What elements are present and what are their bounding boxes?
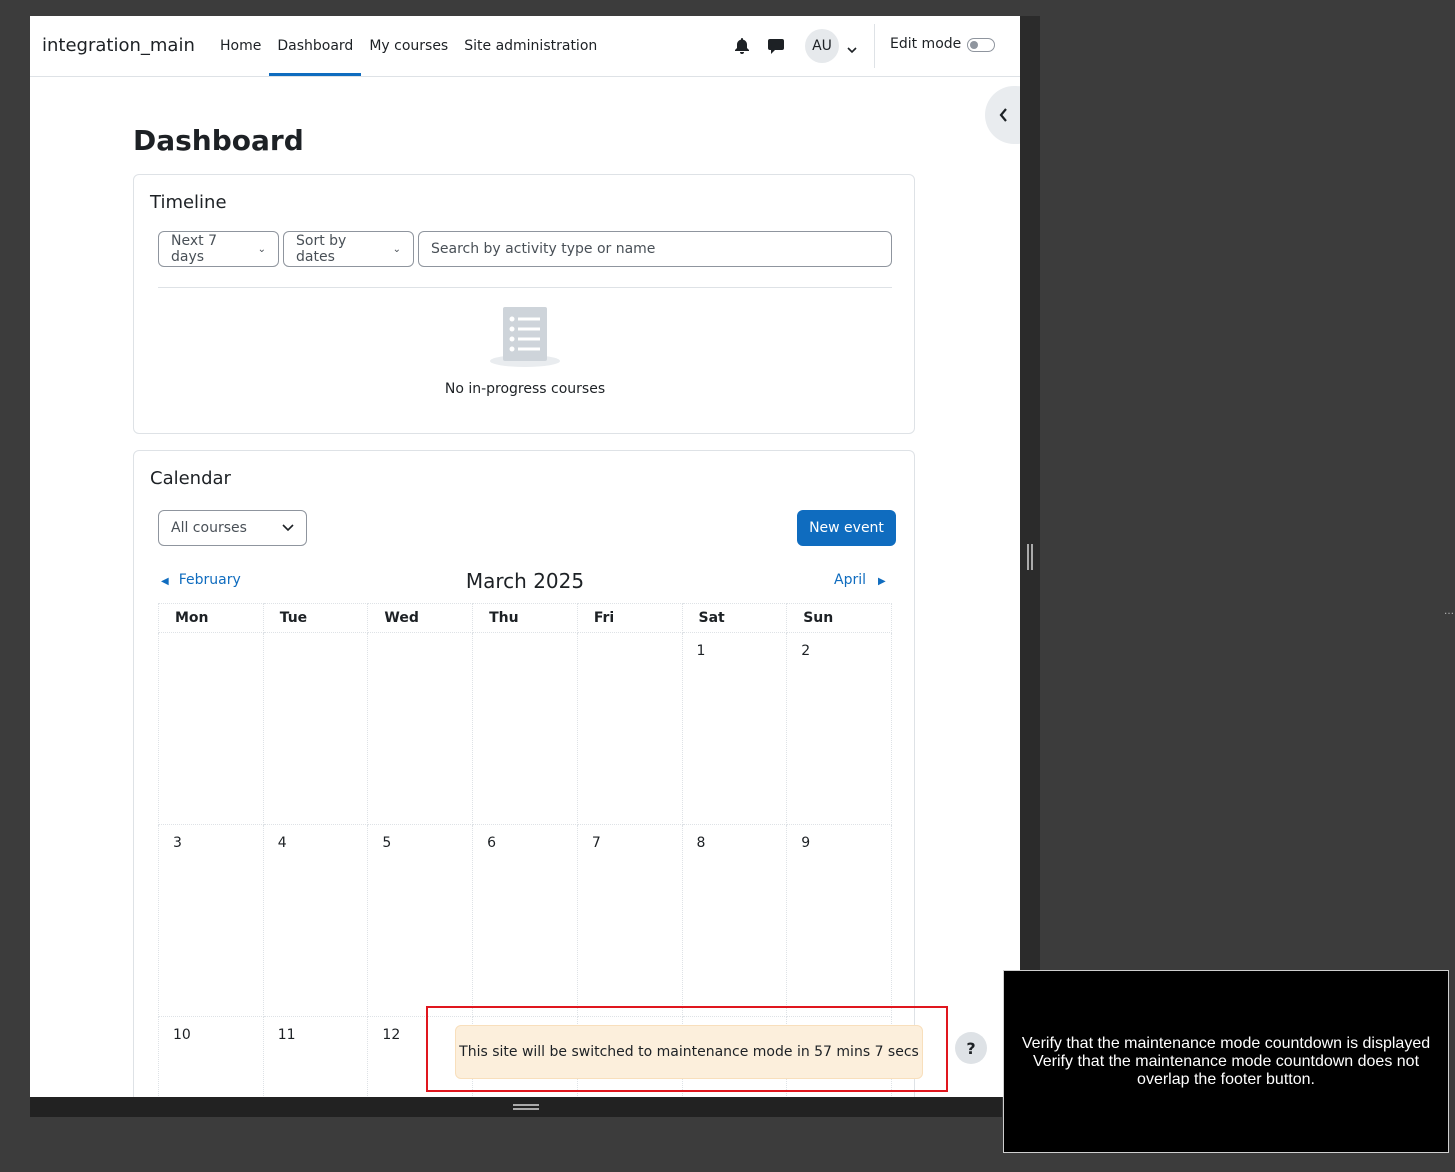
calendar-day-cell[interactable]: 11 — [262, 1016, 369, 1097]
weekday-header: Sun — [786, 603, 892, 633]
weekday-header: Wed — [367, 603, 474, 633]
timeline-divider — [158, 287, 892, 288]
timeline-sort-select[interactable]: Sort by dates ⌄ — [283, 231, 414, 267]
timeline-block: Timeline Next 7 days ⌄ Sort by dates ⌄ N… — [133, 174, 915, 434]
footer-help-button[interactable]: ? — [955, 1032, 987, 1064]
timeline-sort-label: Sort by dates — [296, 233, 347, 265]
notifications-bell-icon[interactable] — [730, 34, 754, 58]
nav-link-site-administration[interactable]: Site administration — [456, 16, 605, 76]
edit-mode-label: Edit mode — [890, 36, 962, 52]
weekday-header: Tue — [262, 603, 369, 633]
calendar-day-cell[interactable] — [576, 632, 683, 825]
nav-link-dashboard[interactable]: Dashboard — [269, 16, 362, 76]
timeline-search-input[interactable] — [418, 231, 892, 267]
top-navbar: integration_main Home Dashboard My cours… — [30, 16, 1020, 77]
bottom-panel-bar — [30, 1097, 1002, 1117]
empty-list-icon — [489, 307, 561, 373]
more-dots-icon: … — [1444, 606, 1455, 617]
vertical-resize-handle[interactable] — [1027, 544, 1033, 570]
nav-icon-group — [730, 34, 798, 58]
calendar-day-cell[interactable]: 10 — [158, 1016, 264, 1097]
primary-navigation: Home Dashboard My courses Site administr… — [212, 16, 605, 76]
weekday-header-row: Mon Tue Wed Thu Fri Sat Sun — [158, 603, 892, 633]
calendar-day-cell[interactable]: 8 — [681, 824, 788, 1017]
nav-link-home[interactable]: Home — [212, 16, 269, 76]
edit-mode-toggle[interactable] — [967, 38, 995, 52]
next-month-label: April — [834, 572, 866, 588]
calendar-day-cell[interactable]: 1 — [681, 632, 788, 825]
calendar-day-cell[interactable]: 3 — [158, 824, 264, 1017]
page-title: Dashboard — [133, 124, 304, 157]
nav-divider — [874, 24, 875, 68]
calendar-day-cell[interactable] — [472, 632, 578, 825]
calendar-day-cell[interactable]: 9 — [786, 824, 892, 1017]
calendar-day-cell[interactable] — [158, 632, 264, 825]
calendar-day-cell[interactable]: 6 — [472, 824, 578, 1017]
test-instructions-overlay: Verify that the maintenance mode countdo… — [1003, 970, 1449, 1153]
instruction-line: Verify that the maintenance mode countdo… — [1032, 1052, 1420, 1088]
chevron-down-icon — [282, 524, 294, 532]
chevron-left-icon — [999, 108, 1007, 122]
new-event-button[interactable]: New event — [797, 510, 896, 546]
open-block-drawer-button[interactable] — [985, 86, 1020, 144]
timeline-date-filter-label: Next 7 days — [171, 233, 217, 265]
calendar-day-cell[interactable] — [367, 632, 474, 825]
timeline-empty-message: No in-progress courses — [444, 381, 606, 397]
browser-viewport: integration_main Home Dashboard My cours… — [30, 16, 1020, 1097]
messages-chat-icon[interactable] — [764, 34, 788, 58]
timeline-date-filter[interactable]: Next 7 days ⌄ — [158, 231, 279, 267]
calendar-month-title: March 2025 — [465, 569, 585, 593]
weekday-header: Sat — [681, 603, 788, 633]
calendar-day-cell[interactable]: 5 — [367, 824, 474, 1017]
maintenance-countdown-toast: This site will be switched to maintenanc… — [455, 1025, 923, 1079]
user-avatar[interactable]: AU — [805, 29, 839, 63]
chevron-down-icon: ⌄ — [392, 243, 401, 255]
arrow-right-icon: ▶ — [878, 576, 886, 587]
calendar-course-filter[interactable]: All courses — [158, 510, 307, 546]
horizontal-resize-handle[interactable] — [513, 1104, 539, 1110]
chevron-down-icon[interactable] — [847, 40, 857, 59]
calendar-title: Calendar — [150, 468, 231, 489]
weekday-header: Thu — [472, 603, 578, 633]
calendar-block: Calendar All courses New event ◀ February… — [133, 450, 915, 1097]
timeline-title: Timeline — [150, 192, 227, 213]
calendar-week-row: 1 2 — [158, 632, 892, 825]
instruction-line: Verify that the maintenance mode countdo… — [1021, 1034, 1431, 1052]
calendar-day-cell[interactable]: 2 — [786, 632, 892, 825]
next-month-link[interactable]: April ▶ — [834, 572, 886, 588]
calendar-week-row: 3 4 5 6 7 8 9 — [158, 824, 892, 1017]
weekday-header: Mon — [158, 603, 264, 633]
weekday-header: Fri — [576, 603, 683, 633]
site-brand[interactable]: integration_main — [42, 35, 195, 56]
calendar-course-filter-label: All courses — [171, 520, 247, 536]
calendar-day-cell[interactable]: 7 — [576, 824, 683, 1017]
calendar-day-cell[interactable] — [262, 632, 369, 825]
nav-link-my-courses[interactable]: My courses — [361, 16, 456, 76]
chevron-down-icon: ⌄ — [257, 243, 266, 255]
calendar-day-cell[interactable]: 4 — [262, 824, 369, 1017]
